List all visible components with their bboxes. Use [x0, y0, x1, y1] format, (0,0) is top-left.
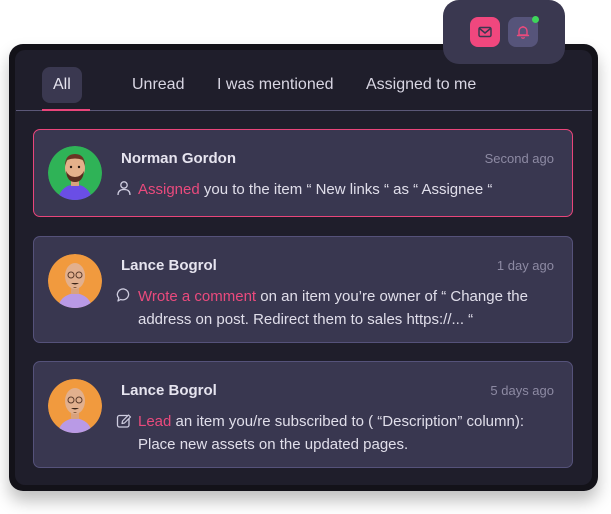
tab-assigned-to-me[interactable]: Assigned to me	[366, 67, 476, 103]
avatar-lance-bogrol-icon	[48, 254, 102, 308]
action-link[interactable]: Lead	[138, 413, 171, 430]
sender-name: Lance Bogrol	[121, 382, 217, 399]
edit-icon	[116, 414, 132, 428]
notification-item[interactable]: Lance Bogrol 1 day ago Wrote a comment o…	[33, 236, 573, 343]
action-link[interactable]: Assigned	[138, 181, 200, 198]
message-text: you to the item “ New links “ as “ Assig…	[199, 181, 493, 198]
avatar	[48, 379, 102, 433]
user-icon	[117, 181, 131, 196]
tab-i-was-mentioned[interactable]: I was mentioned	[217, 67, 334, 103]
notification-item[interactable]: Lance Bogrol 5 days ago Lead an item you…	[33, 361, 573, 468]
notification-message: Assigned you to the item “ New links “ a…	[138, 178, 558, 201]
filter-tabs: All Unread I was mentioned Assigned to m…	[16, 62, 592, 111]
notification-item[interactable]: Norman Gordon Second ago Assigned you to…	[33, 129, 573, 217]
unread-indicator-dot	[532, 16, 539, 23]
bell-icon	[516, 26, 530, 39]
notification-message: Lead an item you/re subscribed to ( “Des…	[138, 410, 558, 456]
avatar	[48, 254, 102, 308]
avatar-lance-bogrol-icon	[48, 379, 102, 433]
timestamp: 1 day ago	[496, 258, 554, 273]
notification-toggle-popover	[443, 0, 565, 64]
avatar	[48, 146, 102, 200]
tab-all[interactable]: All	[42, 67, 82, 103]
timestamp: Second ago	[484, 151, 554, 166]
action-link[interactable]: Wrote a comment	[138, 288, 256, 305]
notification-message: Wrote a comment on an item you’re owner …	[138, 285, 558, 331]
active-tab-indicator	[42, 109, 90, 111]
sender-name: Lance Bogrol	[121, 257, 217, 274]
tab-unread[interactable]: Unread	[132, 67, 184, 103]
mail-button[interactable]	[470, 17, 500, 47]
message-text: an item you/re subscribed to ( “Descript…	[138, 413, 525, 453]
comment-icon	[116, 288, 130, 302]
timestamp: 5 days ago	[490, 383, 554, 398]
sender-name: Norman Gordon	[121, 150, 236, 167]
avatar-norman-gordon-icon	[48, 146, 102, 200]
mail-icon	[478, 26, 492, 38]
